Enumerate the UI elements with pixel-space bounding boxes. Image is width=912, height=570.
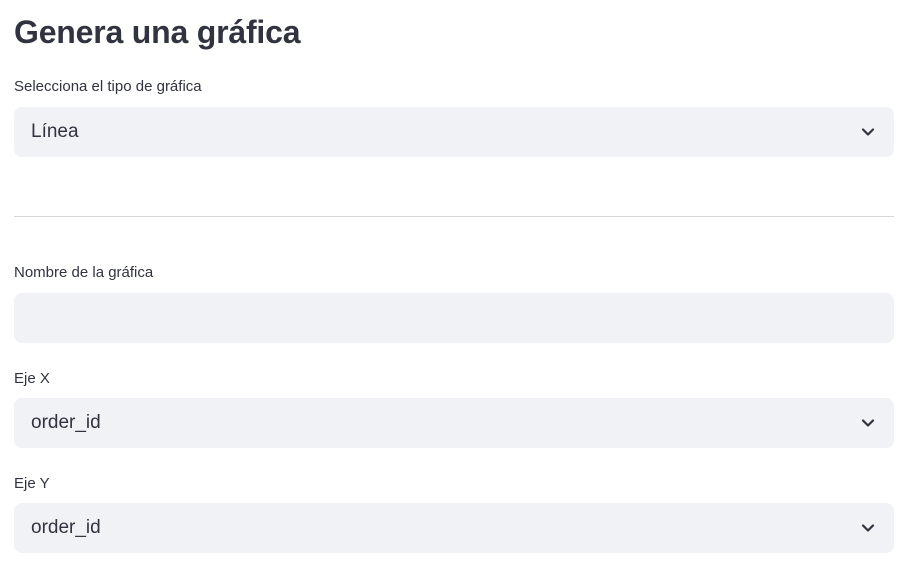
form-container: Genera una gráfica Selecciona el tipo de… bbox=[14, 0, 894, 553]
chart-type-group: Selecciona el tipo de gráfica Línea bbox=[14, 77, 894, 157]
chevron-down-icon bbox=[859, 123, 877, 141]
y-axis-select[interactable]: order_id bbox=[14, 503, 894, 553]
y-axis-group: Eje Y order_id bbox=[14, 474, 894, 553]
chart-type-selected-value: Línea bbox=[31, 121, 79, 142]
x-axis-group: Eje X order_id bbox=[14, 369, 894, 448]
chart-type-label: Selecciona el tipo de gráfica bbox=[14, 78, 202, 95]
y-axis-label: Eje Y bbox=[14, 475, 50, 492]
x-axis-select[interactable]: order_id bbox=[14, 398, 894, 448]
chart-name-label: Nombre de la gráfica bbox=[14, 264, 154, 281]
chart-name-group: Nombre de la gráfica bbox=[14, 263, 894, 343]
section-divider bbox=[14, 216, 894, 217]
chevron-down-icon bbox=[859, 519, 877, 537]
page-title: Genera una gráfica bbox=[14, 14, 301, 50]
y-axis-selected-value: order_id bbox=[31, 517, 101, 538]
x-axis-label: Eje X bbox=[14, 370, 50, 387]
chart-type-select[interactable]: Línea bbox=[14, 107, 894, 157]
chevron-down-icon bbox=[859, 414, 877, 432]
x-axis-selected-value: order_id bbox=[31, 412, 101, 433]
chart-name-input[interactable] bbox=[14, 293, 894, 343]
